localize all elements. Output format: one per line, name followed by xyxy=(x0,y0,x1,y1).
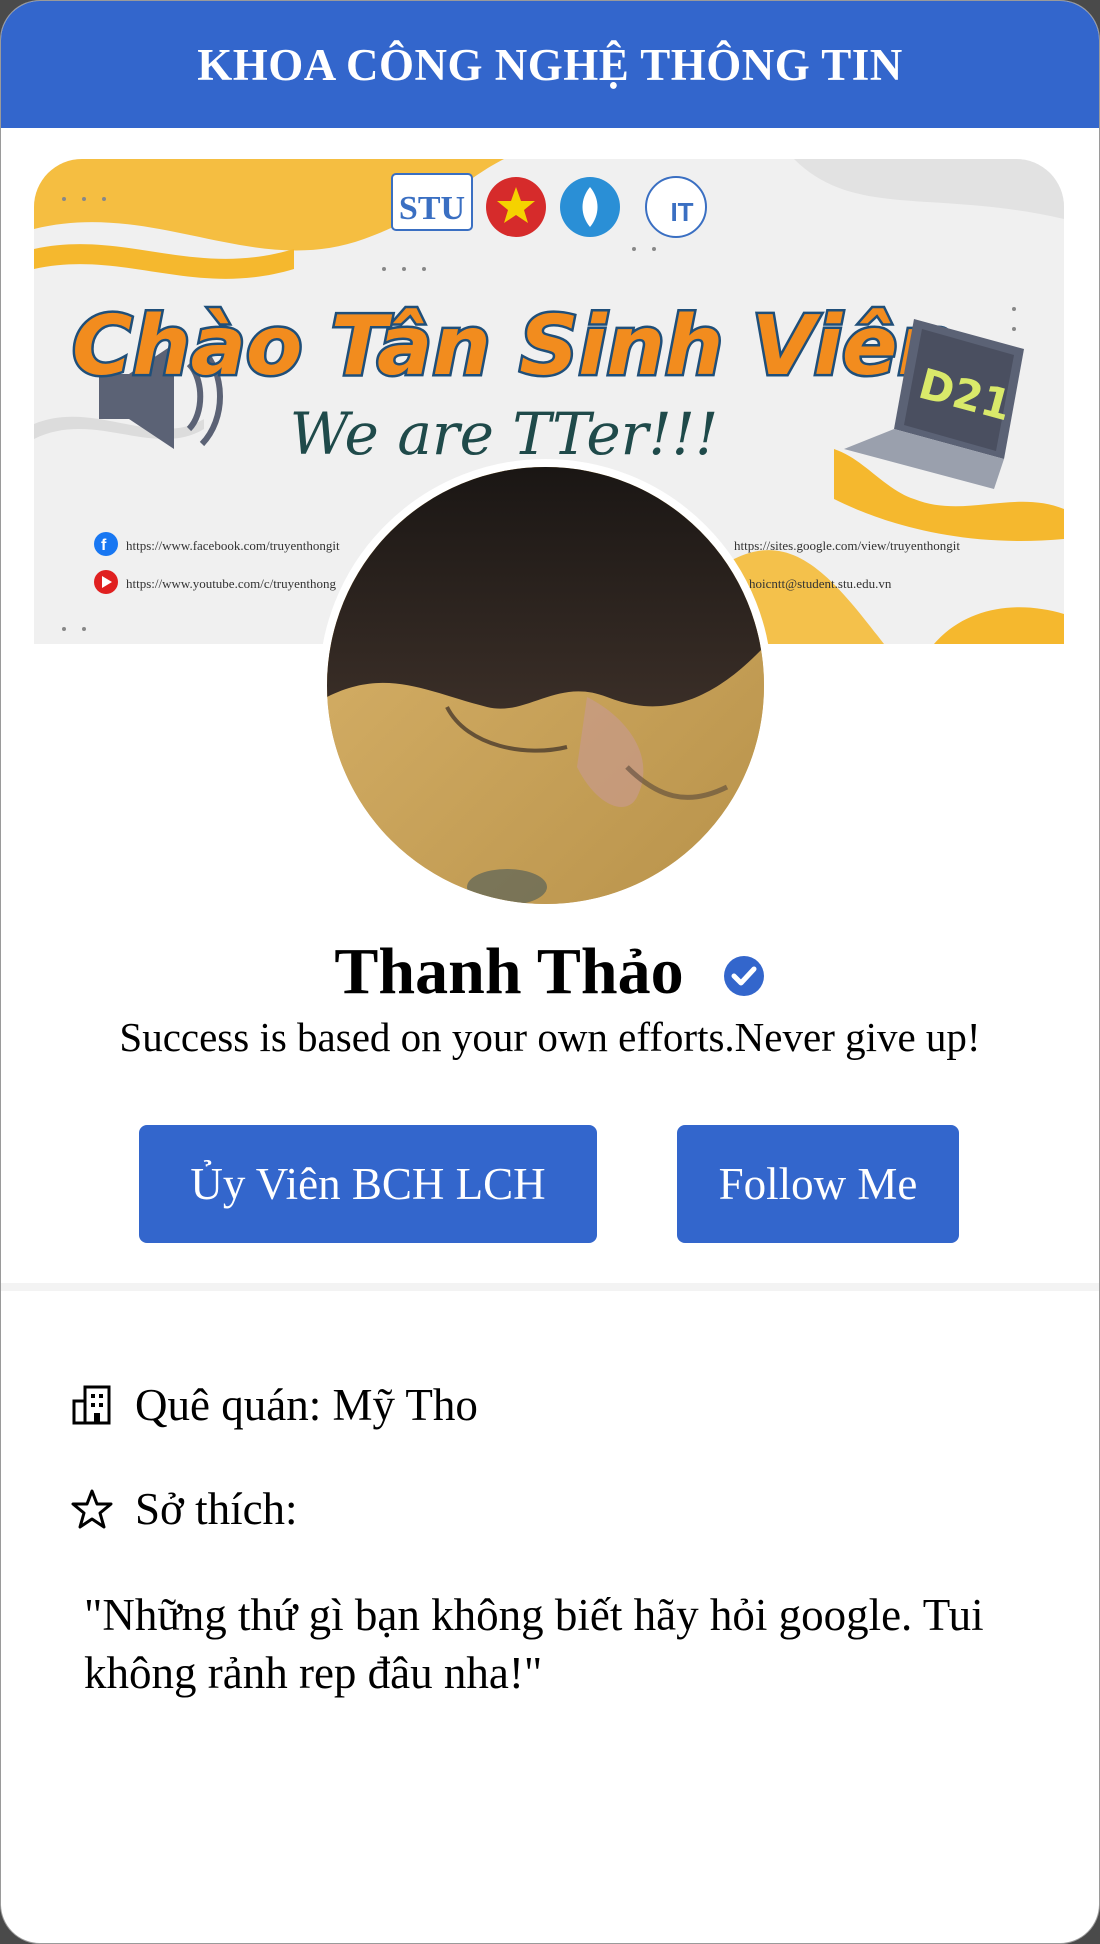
banner-headline: Chào Tân Sinh Viên xyxy=(72,299,956,394)
star-icon xyxy=(71,1489,113,1529)
contact-email: hoicntt@student.stu.edu.vn xyxy=(749,576,892,591)
header-title: KHOA CÔNG NGHỆ THÔNG TIN xyxy=(197,39,903,90)
hobby-label: Sở thích: xyxy=(135,1484,298,1534)
youtube-url: https://www.youtube.com/c/truyenthong xyxy=(126,576,337,591)
hobby-quote: "Những thứ gì bạn không biết hãy hỏi goo… xyxy=(84,1590,984,1698)
follow-button[interactable]: Follow Me xyxy=(677,1125,959,1243)
profile-card: KHOA CÔNG NGHỆ THÔNG TIN STU IT Chào Tân… xyxy=(0,0,1100,1944)
section-divider xyxy=(1,1283,1099,1291)
hometown-label: Quê quán: Mỹ Tho xyxy=(135,1380,478,1430)
building-icon xyxy=(72,1385,111,1425)
stu-logo-text: STU xyxy=(399,190,465,227)
role-button-label: Ủy Viên BCH LCH xyxy=(190,1159,546,1209)
facebook-url: https://www.facebook.com/truyenthongit xyxy=(126,538,340,553)
banner-subline: We are TTer!!! xyxy=(290,400,719,468)
follow-button-label: Follow Me xyxy=(718,1159,918,1209)
profile-name-row: Thanh Thảo xyxy=(1,936,1099,1008)
site-url: https://sites.google.com/view/truyenthon… xyxy=(734,538,960,553)
profile-bio: Success is based on your own efforts.Nev… xyxy=(119,1014,981,1060)
hometown-row: Quê quán: Mỹ Tho xyxy=(71,1379,478,1431)
verified-check-icon xyxy=(723,956,764,996)
profile-name: Thanh Thảo xyxy=(334,935,684,1008)
it-logo-text: IT xyxy=(670,197,693,227)
svg-text:f: f xyxy=(101,537,107,554)
hobby-row: Sở thích: xyxy=(71,1483,298,1535)
role-button[interactable]: Ủy Viên BCH LCH xyxy=(139,1125,597,1243)
avatar[interactable] xyxy=(319,459,772,912)
page-header: KHOA CÔNG NGHỆ THÔNG TIN xyxy=(1,1,1099,128)
